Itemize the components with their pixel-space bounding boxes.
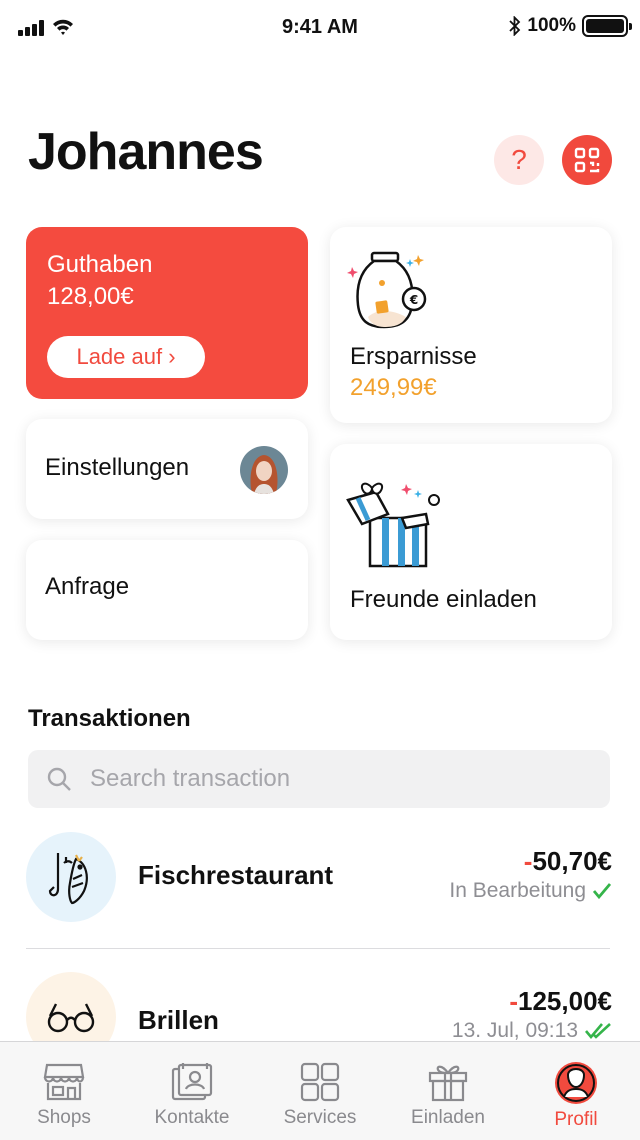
transaction-amount: -50,70€ [523,846,612,876]
search-icon [47,767,71,791]
check-icon [592,883,612,900]
double-check-icon [585,1023,611,1040]
contacts-icon [171,1063,213,1101]
transactions-title: Transaktionen [28,705,191,732]
request-card[interactable]: Anfrage [26,540,308,640]
transaction-status: 13. Jul, 09:13 [452,1019,612,1043]
search-input[interactable] [90,750,590,808]
request-label: Anfrage [45,573,130,600]
profile-icon [555,1062,597,1104]
qr-code-icon [574,147,600,173]
tab-label: Kontakte [154,1107,230,1128]
balance-card[interactable]: Guthaben 128,00€ Lade auf › [26,227,308,399]
battery-percent: 100% [527,15,576,36]
search-bar[interactable] [28,750,610,808]
settings-label: Einstellungen [45,454,190,481]
divider [26,948,610,949]
savings-label: Ersparnisse [350,343,477,370]
tab-label: Einladen [411,1107,485,1128]
savings-amount: 249,99€ [350,374,437,401]
settings-card[interactable]: Einstellungen [26,419,308,519]
top-up-button[interactable]: Lade auf › [47,336,205,378]
transaction-name: Fischrestaurant [138,860,334,890]
tab-invite[interactable]: Einladen [384,1042,512,1140]
tab-services[interactable]: Services [256,1042,384,1140]
avatar [240,446,288,494]
tab-contacts[interactable]: Kontakte [128,1042,256,1140]
status-bar: 9:41 AM 100% [0,0,640,56]
tab-profile[interactable]: Profil [512,1042,640,1140]
balance-label: Guthaben [47,251,153,278]
savings-jar-icon: € [347,251,427,329]
help-button[interactable]: ? [494,135,544,185]
transaction-status: In Bearbeitung [449,879,612,903]
battery-icon [582,15,632,37]
tab-shops[interactable]: Shops [0,1042,128,1140]
tab-bar: Shops Kontakte Services Einladen Profil [0,1041,640,1140]
savings-card[interactable]: € Ersparnisse 249,99€ [330,227,612,423]
qr-code-button[interactable] [562,135,612,185]
bluetooth-icon [509,16,521,36]
transaction-row[interactable]: Fischrestaurant -50,70€ In Bearbeitung [26,832,612,952]
transaction-amount: -125,00€ [509,986,612,1016]
transaction-name: Brillen [138,1005,219,1035]
fish-hook-icon [26,832,116,922]
question-icon: ? [511,144,527,175]
services-grid-icon [300,1062,340,1102]
balance-amount: 128,00€ [47,283,134,310]
tab-label: Profil [554,1109,598,1130]
invite-friends-card[interactable]: Freunde einladen [330,444,612,640]
gift-box-icon [346,482,440,568]
invite-friends-label: Freunde einladen [350,586,537,613]
shop-icon [43,1063,85,1101]
page-title: Johannes [28,123,264,181]
tab-label: Services [283,1107,357,1128]
gift-icon [428,1065,468,1102]
svg-text:€: € [409,293,418,307]
tab-label: Shops [37,1107,91,1128]
